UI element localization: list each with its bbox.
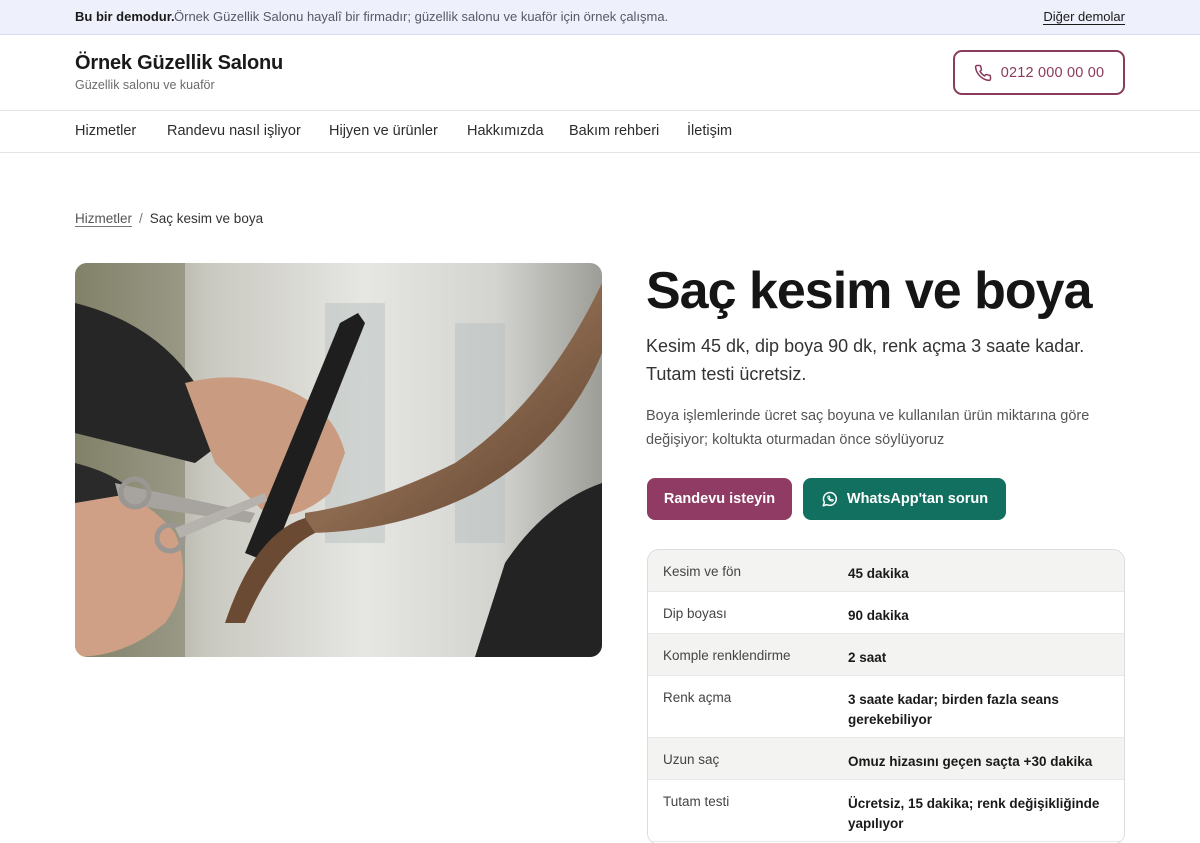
table-row: Dip boyası 90 dakika: [648, 592, 1124, 634]
table-row: Uzun saç Omuz hizasını geçen saçta +30 d…: [648, 738, 1124, 780]
nav-item-hizmetler[interactable]: Hizmetler: [75, 123, 136, 139]
page-title: Saç kesim ve boya: [646, 262, 1093, 320]
phone-icon: [974, 64, 992, 82]
nav-item-hakkimizda[interactable]: Hakkımızda: [467, 123, 544, 139]
request-appointment-button[interactable]: Randevu isteyin: [647, 478, 792, 520]
brand-name[interactable]: Örnek Güzellik Salonu: [75, 52, 283, 75]
row-value: 2 saat: [848, 650, 887, 665]
main-nav: Hizmetler Randevu nasıl işliyor Hijyen v…: [0, 111, 1200, 153]
service-description: Boya işlemlerinde ücret saç boyuna ve ku…: [646, 408, 1090, 448]
table-row: Renk açma 3 saate kadar; birden fazla se…: [648, 676, 1124, 738]
phone-button[interactable]: 0212 000 00 00: [953, 50, 1125, 95]
row-value: Omuz hizasını geçen saçta +30 dakika: [848, 754, 1093, 769]
whatsapp-icon: [821, 490, 839, 508]
demo-bar: Bu bir demodur. Örnek Güzellik Salonu ha…: [0, 0, 1200, 35]
row-label: Tutam testi: [663, 794, 730, 809]
table-row: Kesim ve fön 45 dakika: [648, 550, 1124, 592]
nav-item-bakim-rehberi[interactable]: Bakım rehberi: [569, 123, 659, 139]
table-row: Komple renklendirme 2 saat: [648, 634, 1124, 676]
brand-tagline: Güzellik salonu ve kuaför: [75, 78, 215, 92]
row-label: Renk açma: [663, 690, 732, 705]
table-row: Tutam testi Ücretsiz, 15 dakika; renk de…: [648, 780, 1124, 842]
site-header: Örnek Güzellik Salonu Güzellik salonu ve…: [0, 35, 1200, 111]
nav-item-randevu[interactable]: Randevu nasıl işliyor: [167, 123, 301, 139]
other-demos-link[interactable]: Diğer demolar: [1043, 9, 1125, 25]
hero-photo: [75, 263, 602, 657]
row-label: Kesim ve fön: [663, 564, 742, 579]
breadcrumb-separator: /: [139, 211, 143, 226]
row-value: 3 saate kadar; birden fazla seans gereke…: [848, 692, 1059, 727]
nav-item-hijyen[interactable]: Hijyen ve ürünler: [329, 123, 438, 139]
row-value: Ücretsiz, 15 dakika; renk değişikliğinde…: [848, 796, 1100, 831]
durations-table: Kesim ve fön 45 dakika Dip boyası 90 dak…: [647, 549, 1125, 843]
service-lead: Kesim 45 dk, dip boya 90 dk, renk açma 3…: [646, 336, 1085, 384]
demo-bar-lead: Bu bir demodur.: [75, 9, 175, 24]
demo-bar-message: Örnek Güzellik Salonu hayalî bir firmadı…: [174, 9, 669, 24]
whatsapp-button-label: WhatsApp'tan sorun: [846, 491, 989, 507]
row-value: 45 dakika: [848, 566, 909, 581]
whatsapp-button[interactable]: WhatsApp'tan sorun: [803, 478, 1006, 520]
breadcrumb-current: Saç kesim ve boya: [149, 211, 264, 226]
breadcrumb-parent[interactable]: Hizmetler: [75, 211, 133, 227]
row-value: 90 dakika: [848, 608, 909, 623]
row-label: Komple renklendirme: [663, 648, 791, 663]
breadcrumb: Hizmetler / Saç kesim ve boya: [75, 211, 264, 227]
row-label: Dip boyası: [663, 606, 727, 621]
nav-item-iletisim[interactable]: İletişim: [687, 123, 732, 139]
row-label: Uzun saç: [663, 752, 720, 767]
phone-number: 0212 000 00 00: [1000, 64, 1105, 81]
